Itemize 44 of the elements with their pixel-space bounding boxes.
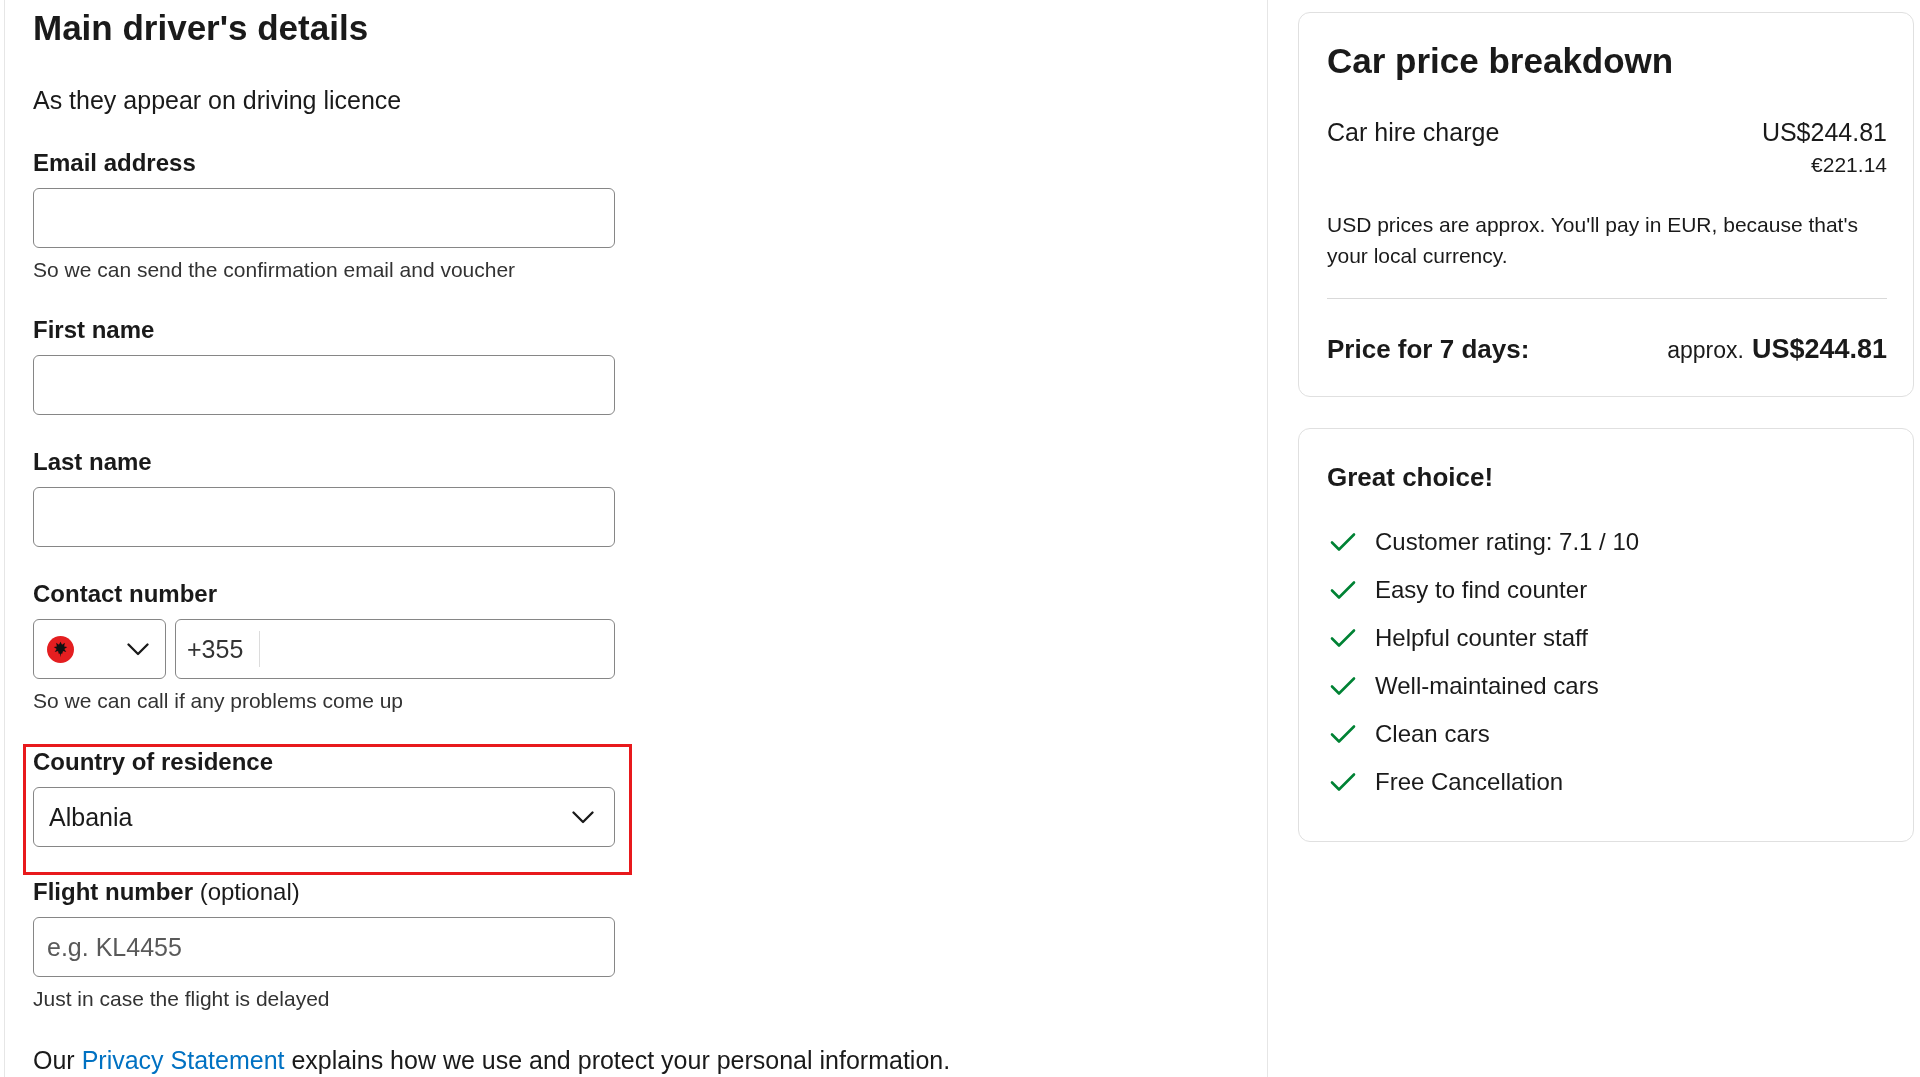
field-label: Contact number <box>33 579 218 609</box>
currency-note: USD prices are approx. You'll pay in EUR, because that's your local currency. <box>1327 212 1859 269</box>
country-code-dropdown[interactable] <box>33 619 166 679</box>
check-icon <box>1330 676 1356 696</box>
flag-icon <box>47 635 74 663</box>
input-field[interactable]: e.g. KL4455 <box>33 917 615 977</box>
country-select[interactable]: Albania <box>33 787 615 847</box>
field-label: Flight number (optional) <box>33 877 301 907</box>
privacy-notice: Our Privacy Statement explains how we use and protect your personal information. <box>33 1045 952 1076</box>
total-prefix: approx. <box>1667 336 1744 365</box>
field-hint: So we can call if any problems come up <box>33 688 404 714</box>
caret-icon <box>572 810 594 824</box>
field-label: First name <box>33 315 156 345</box>
field-label: Last name <box>33 447 153 477</box>
card-title: Car price breakdown <box>1327 41 1675 81</box>
field-label: Email address <box>33 148 197 178</box>
section-heading: Main driver's details <box>33 7 370 49</box>
total-amount: US$244.81 <box>1751 333 1887 366</box>
check-icon <box>1330 580 1356 600</box>
field-label: Country of residence <box>33 747 275 777</box>
field-hint: So we can send the confirmation email and voucher <box>33 257 517 283</box>
charge-label: Car hire charge <box>1327 117 1500 148</box>
total-label: Price for 7 days: <box>1327 333 1530 366</box>
highlight-text: Helpful counter staff <box>1375 623 1588 653</box>
section-subtitle: As they appear on driving licence <box>33 85 403 116</box>
input-field[interactable] <box>33 487 615 547</box>
phone-field[interactable]: +355 <box>175 619 615 679</box>
check-icon <box>1330 772 1356 792</box>
check-icon <box>1330 532 1356 552</box>
input-field[interactable] <box>33 355 615 415</box>
card-title: Great choice! <box>1327 461 1495 494</box>
field-hint: Just in case the flight is delayed <box>33 986 331 1012</box>
charge-amount: US$244.81 <box>1761 117 1887 147</box>
input-field[interactable] <box>33 188 615 248</box>
highlight-text: Clean cars <box>1375 719 1490 749</box>
highlight-text: Easy to find counter <box>1375 575 1588 605</box>
highlight-text: Free Cancellation <box>1375 767 1564 797</box>
highlight-text: Well-maintained cars <box>1375 671 1599 701</box>
local-amount: €221.14 <box>1811 152 1887 178</box>
highlight-text: Customer rating: 7.1 / 10 <box>1375 527 1640 557</box>
check-icon <box>1330 628 1356 648</box>
caret-icon <box>127 642 149 656</box>
privacy-statement-link[interactable]: Privacy Statement <box>81 1046 285 1074</box>
check-icon <box>1330 724 1356 744</box>
